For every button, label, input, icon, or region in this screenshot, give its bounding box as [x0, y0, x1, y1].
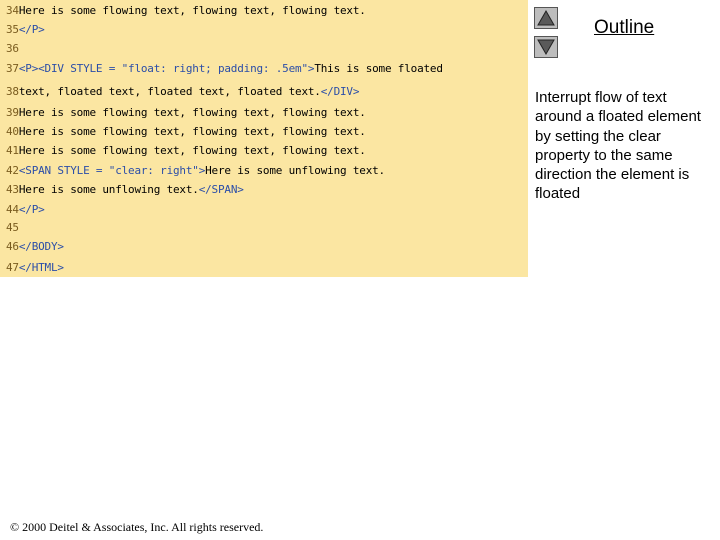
code-line: 47</HTML> [6, 261, 64, 275]
code-line: 36 [6, 42, 19, 56]
code-line: 40Here is some flowing text, flowing tex… [6, 125, 366, 139]
line-number: 42 [6, 164, 19, 177]
line-number: 36 [6, 42, 19, 55]
line-number: 47 [6, 261, 19, 274]
code-line: 38text, floated text, floated text, floa… [6, 85, 359, 99]
code-line: 42<SPAN STYLE = "clear: right">Here is s… [6, 164, 385, 178]
copyright-footer: © 2000 Deitel & Associates, Inc. All rig… [10, 520, 264, 534]
line-number: 41 [6, 144, 19, 157]
line-number: 34 [6, 4, 19, 17]
line-number: 40 [6, 125, 19, 138]
code-line: 35</P> [6, 23, 45, 37]
code-markup: </BODY> [18, 240, 64, 253]
triangle-down-icon [537, 39, 555, 56]
code-text: Here is some unflowing text. [205, 164, 385, 177]
code-markup: </HTML> [18, 261, 64, 274]
line-number: 43 [6, 183, 19, 196]
line-number: 35 [6, 23, 19, 36]
code-listing-panel: 34Here is some flowing text, flowing tex… [0, 0, 528, 277]
previous-slide-button[interactable] [534, 7, 558, 29]
next-slide-button[interactable] [534, 36, 558, 58]
code-line: 46</BODY> [6, 240, 64, 254]
code-markup: <SPAN STYLE = "clear: right"> [18, 164, 206, 177]
code-text: This is some floated [314, 62, 443, 75]
code-markup: </P> [18, 23, 45, 36]
code-line: 41Here is some flowing text, flowing tex… [6, 144, 366, 158]
line-number: 44 [6, 203, 19, 216]
code-text: Here is some flowing text, flowing text,… [18, 4, 366, 17]
code-line: 44</P> [6, 203, 45, 217]
line-number: 45 [6, 221, 19, 234]
code-markup: </SPAN> [198, 183, 244, 196]
code-text: Here is some flowing text, flowing text,… [18, 106, 366, 119]
code-text: Here is some flowing text, flowing text,… [18, 144, 366, 157]
code-line: 43Here is some unflowing text.</SPAN> [6, 183, 244, 197]
line-number: 46 [6, 240, 19, 253]
code-markup: </P> [18, 203, 45, 216]
code-text: Here is some flowing text, flowing text,… [18, 125, 366, 138]
outline-link[interactable]: Outline [594, 17, 654, 39]
line-number: 37 [6, 62, 19, 75]
callout-note: Interrupt flow of text around a floated … [535, 89, 701, 203]
code-text: text, floated text, floated text, floate… [18, 85, 321, 98]
code-markup: </DIV> [320, 85, 360, 98]
code-line: 45 [6, 221, 19, 235]
triangle-up-icon [537, 9, 555, 26]
code-line: 39Here is some flowing text, flowing tex… [6, 106, 366, 120]
line-number: 38 [6, 85, 19, 98]
code-text: Here is some unflowing text. [18, 183, 199, 196]
code-markup: <P><DIV STYLE = "float: right; padding: … [18, 62, 315, 75]
code-line: 34Here is some flowing text, flowing tex… [6, 4, 366, 18]
line-number: 39 [6, 106, 19, 119]
code-line: 37<P><DIV STYLE = "float: right; padding… [6, 62, 443, 76]
